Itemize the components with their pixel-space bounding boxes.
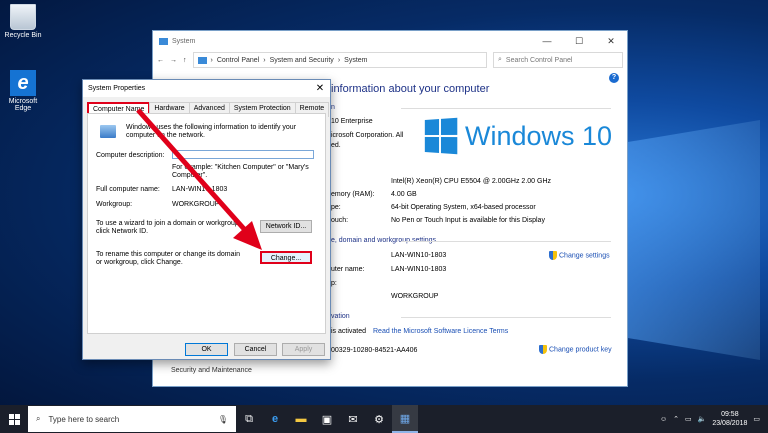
computer-description-input[interactable] [172, 150, 314, 159]
description-label: Computer description: [96, 152, 165, 159]
people-icon[interactable]: ☺ [660, 416, 667, 423]
dialog-titlebar: System Properties ✕ [83, 80, 330, 97]
recycle-bin-icon [10, 4, 36, 30]
activation-heading: vation [331, 313, 607, 320]
change-button[interactable]: Change... [260, 251, 312, 264]
dialog-title: System Properties [88, 85, 146, 92]
chevron-up-icon[interactable]: ⌃ [673, 415, 679, 423]
system-window-icon [159, 37, 168, 45]
control-panel-icon [197, 56, 207, 64]
edge-label: Microsoft Edge [8, 98, 38, 112]
clock[interactable]: 09:58 23/08/2018 [712, 410, 747, 428]
breadcrumb-system[interactable]: System [344, 57, 367, 64]
shield-icon [549, 251, 557, 260]
back-arrow-icon[interactable]: ← [157, 57, 164, 64]
mail-icon[interactable]: ✉ [340, 405, 366, 433]
wizard-text: To use a wizard to join a domain or work… [96, 220, 241, 235]
full-name-label: Full computer name: [96, 186, 160, 193]
change-product-key-link[interactable]: Change product key [539, 345, 612, 354]
computer-name-value: LAN-WIN10-1803 [391, 252, 447, 259]
edition-value: 10 Enterprise [331, 118, 373, 125]
system-tray: ☺ ⌃ ▭ 🔈 09:58 23/08/2018 ▭ [660, 410, 768, 428]
shield-icon [539, 345, 547, 354]
edge-taskbar-icon[interactable]: e [262, 405, 288, 433]
control-panel-search-input[interactable]: ⌕ Search Control Panel [493, 52, 623, 68]
workgroup-value: WORKGROUP [172, 201, 220, 208]
minimize-button[interactable]: — [531, 36, 563, 47]
system-window-title: System [172, 37, 196, 45]
workgroup-label: Workgroup: [96, 201, 133, 208]
notifications-icon[interactable]: ▭ [753, 415, 760, 423]
windows-10-logo: Windows 10 [423, 117, 612, 155]
pen-touch-value: No Pen or Touch Input is available for t… [391, 217, 545, 224]
workgroup-value: WORKGROUP [391, 293, 439, 300]
file-explorer-icon[interactable]: ▬ [288, 405, 314, 433]
taskbar: ⌕ Type here to search 🎙 ⧉ e ▬ ▣ ✉ ⚙ ▦ ☺ … [0, 405, 768, 433]
recycle-bin-label: Recycle Bin [4, 32, 42, 39]
system-titlebar: System — ☐ ✕ [153, 31, 627, 51]
up-arrow-icon[interactable]: ↑ [183, 57, 187, 64]
windows-flag-icon [424, 117, 458, 155]
network-id-button[interactable]: Network ID... [260, 220, 312, 233]
search-icon: ⌕ [36, 414, 41, 423]
search-icon: ⌕ [498, 56, 502, 63]
breadcrumb-control-panel[interactable]: Control Panel [217, 57, 259, 64]
windows-edition-heading: n [331, 104, 605, 111]
recycle-bin-desktop-icon[interactable]: Recycle Bin [0, 4, 46, 39]
apply-button[interactable]: Apply [282, 343, 325, 356]
task-view-icon[interactable]: ⧉ [236, 405, 262, 433]
ok-button[interactable]: OK [185, 343, 228, 356]
address-bar-row: ← → ↑ › Control Panel › System and Secur… [153, 51, 627, 69]
breadcrumb-system-security[interactable]: System and Security [270, 57, 334, 64]
edge-desktop-icon[interactable]: e Microsoft Edge [0, 70, 46, 112]
windows-start-icon [8, 413, 20, 425]
edge-icon: e [10, 70, 36, 96]
example-text: For example: "Kitchen Computer" or "Mary… [172, 164, 309, 179]
store-icon[interactable]: ▣ [314, 405, 340, 433]
start-button[interactable] [0, 405, 28, 433]
intro-text: Windows uses the following information t… [126, 124, 297, 139]
microphone-icon[interactable]: 🎙 [218, 415, 228, 424]
network-icon[interactable]: ▭ [685, 415, 692, 423]
rename-text: To rename this computer or change its do… [96, 251, 240, 266]
volume-icon[interactable]: 🔈 [698, 415, 707, 423]
taskbar-search-box[interactable]: ⌕ Type here to search 🎙 [28, 406, 236, 432]
ram-value: 4.00 GB [391, 191, 417, 198]
change-settings-link[interactable]: Change settings [549, 251, 610, 260]
help-icon[interactable]: ? [609, 73, 619, 83]
processor-value: Intel(R) Xeon(R) CPU E5504 @ 2.00GHz 2.0… [391, 178, 552, 185]
copyright-text-2: ed. [331, 142, 341, 149]
copyright-text: icrosoft Corporation. All [331, 132, 404, 139]
close-button[interactable]: ✕ [595, 36, 627, 47]
system-type-value: 64-bit Operating System, x64-based proce… [391, 204, 536, 211]
product-id-value: 00329-10280-84521-AA406 [331, 347, 418, 354]
settings-gear-icon[interactable]: ⚙ [366, 405, 392, 433]
computer-icon [100, 125, 116, 138]
system-properties-dialog: System Properties ✕ Computer Name Hardwa… [82, 79, 331, 360]
activation-status: is activated [331, 328, 367, 335]
full-name-value: LAN-WIN10-1803 [391, 266, 447, 273]
computer-name-panel: Windows uses the following information t… [87, 113, 326, 334]
page-title: information about your computer [331, 83, 490, 95]
name-domain-heading: e, domain and workgroup settings [331, 237, 612, 244]
breadcrumb[interactable]: › Control Panel › System and Security › … [192, 52, 487, 68]
cancel-button[interactable]: Cancel [234, 343, 277, 356]
control-panel-taskbar-icon[interactable]: ▦ [392, 405, 418, 433]
dialog-close-icon[interactable]: ✕ [310, 83, 330, 94]
licence-terms-link[interactable]: Read the Microsoft Software Licence Term… [373, 328, 508, 335]
maximize-button[interactable]: ☐ [563, 36, 595, 47]
full-name-value: LAN-WIN10-1803 [172, 186, 228, 193]
security-maintenance-link[interactable]: Security and Maintenance [171, 367, 252, 374]
forward-arrow-icon[interactable]: → [170, 57, 177, 64]
